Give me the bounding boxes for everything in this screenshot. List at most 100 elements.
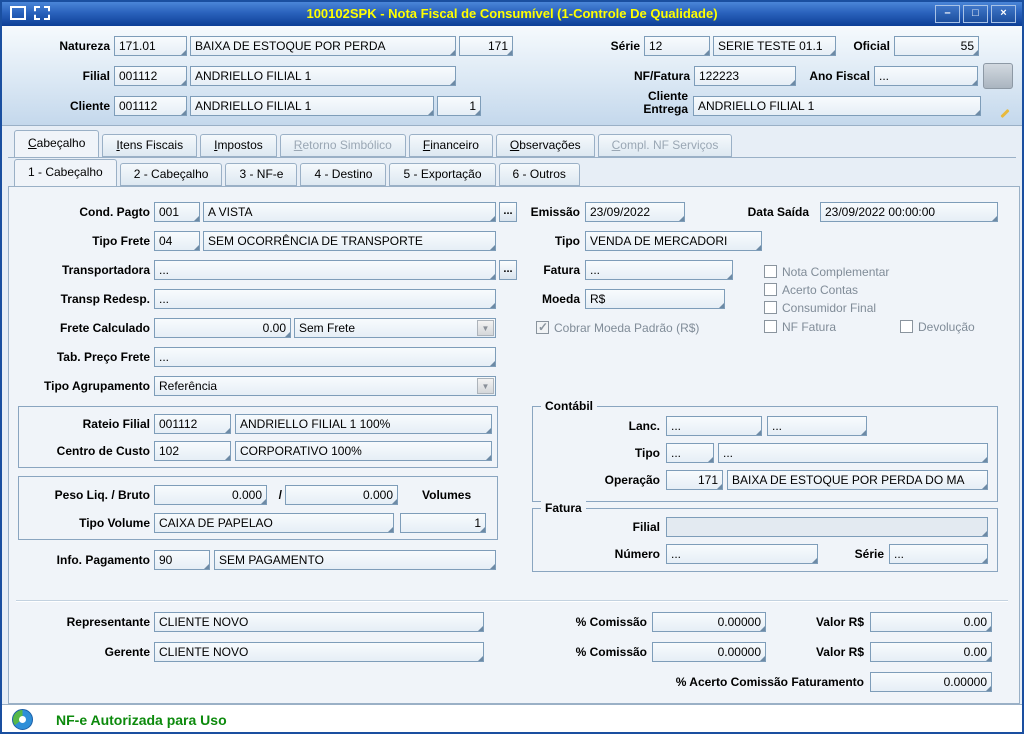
natureza-num-field[interactable]: 171 <box>459 36 513 56</box>
tipo-frete-desc-field[interactable]: SEM OCORRÊNCIA DE TRANSPORTE <box>203 231 496 251</box>
serie-code-field[interactable]: 12 <box>644 36 710 56</box>
transportadora-lookup-button[interactable]: ... <box>499 260 517 280</box>
serie-desc-field[interactable]: SERIE TESTE 01.1 <box>713 36 836 56</box>
fatura-field[interactable]: ... <box>585 260 733 280</box>
cliente-desc-field[interactable]: ANDRIELLO FILIAL 1 <box>190 96 434 116</box>
rateio-filial-code-field[interactable]: 001112 <box>154 414 231 434</box>
frete-calculado-label: Frete Calculado <box>59 321 150 335</box>
cobrar-moeda-checkbox[interactable]: Cobrar Moeda Padrão (R$) <box>536 320 699 335</box>
data-saida-field[interactable]: 23/09/2022 00:00:00 <box>820 202 998 222</box>
subtab-1-cabecalho[interactable]: 1 - Cabeçalho <box>14 159 117 187</box>
comissao-ger-field[interactable]: 0.00000 <box>652 642 766 662</box>
tipo-field[interactable]: VENDA DE MERCADORI <box>585 231 762 251</box>
tipo-volume-field[interactable]: CAIXA DE PAPELAO <box>154 513 394 533</box>
centro-custo-code-field[interactable]: 102 <box>154 441 231 461</box>
comissao-rep-field[interactable]: 0.00000 <box>652 612 766 632</box>
oficial-field[interactable]: 55 <box>894 36 979 56</box>
tipo-frete-code-field[interactable]: 04 <box>154 231 200 251</box>
acerto-comissao-field[interactable]: 0.00000 <box>870 672 992 692</box>
nfe-status-icon <box>12 709 33 730</box>
acerto-contas-checkbox[interactable]: Acerto Contas <box>764 282 858 297</box>
fatura-group-title: Fatura <box>541 500 586 516</box>
rateio-filial-desc-field[interactable]: ANDRIELLO FILIAL 1 100% <box>235 414 492 434</box>
devolucao-checkbox[interactable]: Devolução <box>900 319 975 334</box>
subtab-2-cabecalho[interactable]: 2 - Cabeçalho <box>119 163 223 186</box>
subtab-6-outros[interactable]: 6 - Outros <box>498 163 580 186</box>
representante-label: Representante <box>66 615 150 629</box>
title-bar[interactable]: 100102SPK - Nota Fiscal de Consumível (1… <box>2 2 1022 26</box>
tab-financeiro[interactable]: Financeiro <box>408 134 493 157</box>
attachment-icon[interactable] <box>983 63 1013 89</box>
maximize-button[interactable]: □ <box>963 5 988 23</box>
info-pagamento-desc-field[interactable]: SEM PAGAMENTO <box>214 550 496 570</box>
cond-pagto-code-field[interactable]: 001 <box>154 202 200 222</box>
transp-redesp-label: Transp Redesp. <box>60 292 150 306</box>
peso-liq-field[interactable]: 0.000 <box>154 485 267 505</box>
chevron-down-icon[interactable] <box>477 320 494 336</box>
tab-itens-fiscais[interactable]: Itens Fiscais <box>102 134 198 157</box>
peso-separator: / <box>278 488 282 502</box>
emissao-field[interactable]: 23/09/2022 <box>585 202 685 222</box>
sub-tab-bar: 1 - Cabeçalho 2 - Cabeçalho 3 - NF-e 4 -… <box>14 159 583 187</box>
subtab-5-exportacao[interactable]: 5 - Exportação <box>389 163 496 186</box>
cliente-label: Cliente <box>69 99 110 113</box>
fatura-filial-field[interactable] <box>666 517 988 537</box>
close-button[interactable]: × <box>991 5 1016 23</box>
natureza-desc-field[interactable]: BAIXA DE ESTOQUE POR PERDA <box>190 36 456 56</box>
natureza-code-field[interactable]: 171.01 <box>114 36 187 56</box>
volumes-field[interactable]: 1 <box>400 513 486 533</box>
representante-field[interactable]: CLIENTE NOVO <box>154 612 484 632</box>
subtab-4-destino[interactable]: 4 - Destino <box>300 163 387 186</box>
transp-redesp-field[interactable]: ... <box>154 289 496 309</box>
data-saida-label: Data Saída <box>747 205 809 219</box>
frete-calculado-field[interactable]: 0.00 <box>154 318 291 338</box>
frete-tipo-select[interactable]: Sem Frete <box>294 318 496 338</box>
moeda-field[interactable]: R$ <box>585 289 725 309</box>
filial-code-field[interactable]: 001112 <box>114 66 187 86</box>
contabil-tipo-field-1[interactable]: ... <box>666 443 714 463</box>
cliente-code-field[interactable]: 001112 <box>114 96 187 116</box>
operacao-desc-field[interactable]: BAIXA DE ESTOQUE POR PERDA DO MA <box>727 470 988 490</box>
fatura-serie-field[interactable]: ... <box>889 544 988 564</box>
ano-fiscal-label: Ano Fiscal <box>809 69 870 83</box>
tab-preco-frete-field[interactable]: ... <box>154 347 496 367</box>
fatura-numero-field[interactable]: ... <box>666 544 818 564</box>
tab-observacoes[interactable]: Observações <box>495 134 595 157</box>
cond-pagto-desc-field[interactable]: A VISTA <box>203 202 496 222</box>
nota-complementar-checkbox[interactable]: Nota Complementar <box>764 264 889 279</box>
lanc-field-2[interactable]: ... <box>767 416 867 436</box>
tipo-agrupamento-select[interactable]: Referência <box>154 376 496 396</box>
checkbox-icon <box>764 320 777 333</box>
peso-bruto-field[interactable]: 0.000 <box>285 485 398 505</box>
cliente-entrega-field[interactable]: ANDRIELLO FILIAL 1 <box>693 96 981 116</box>
tipo-agrupamento-value: Referência <box>159 379 218 393</box>
tab-cabecalho[interactable]: Cabeçalho <box>14 130 100 158</box>
filial-desc-field[interactable]: ANDRIELLO FILIAL 1 <box>190 66 456 86</box>
valor-rep-field[interactable]: 0.00 <box>870 612 992 632</box>
transportadora-field[interactable]: ... <box>154 260 496 280</box>
contabil-tipo-label: Tipo <box>634 446 660 460</box>
info-pagamento-code-field[interactable]: 90 <box>154 550 210 570</box>
nf-fatura-field[interactable]: 122223 <box>694 66 796 86</box>
contabil-tipo-field-2[interactable]: ... <box>718 443 988 463</box>
consumidor-final-checkbox[interactable]: Consumidor Final <box>764 300 876 315</box>
valor-ger-field[interactable]: 0.00 <box>870 642 992 662</box>
fatura-serie-label: Série <box>854 547 884 561</box>
centro-custo-desc-field[interactable]: CORPORATIVO 100% <box>235 441 492 461</box>
ano-fiscal-field[interactable]: ... <box>874 66 978 86</box>
chevron-down-icon[interactable] <box>477 378 494 394</box>
lanc-field-1[interactable]: ... <box>666 416 762 436</box>
nf-fatura-label: NF/Fatura <box>633 69 690 83</box>
nf-fatura-checkbox[interactable]: NF Fatura <box>764 319 836 334</box>
minimize-button[interactable]: – <box>935 5 960 23</box>
browser-edit-icon[interactable] <box>986 92 1012 118</box>
tipo-frete-label: Tipo Frete <box>92 234 150 248</box>
cond-pagto-lookup-button[interactable]: ... <box>499 202 517 222</box>
tab-impostos[interactable]: Impostos <box>200 134 277 157</box>
gerente-field[interactable]: CLIENTE NOVO <box>154 642 484 662</box>
cliente-loja-field[interactable]: 1 <box>437 96 481 116</box>
subtab-3-nfe[interactable]: 3 - NF-e <box>225 163 298 186</box>
operacao-code-field[interactable]: 171 <box>666 470 723 490</box>
checkbox-checked-icon <box>536 320 549 334</box>
comissao-ger-label: % Comissão <box>575 645 647 659</box>
